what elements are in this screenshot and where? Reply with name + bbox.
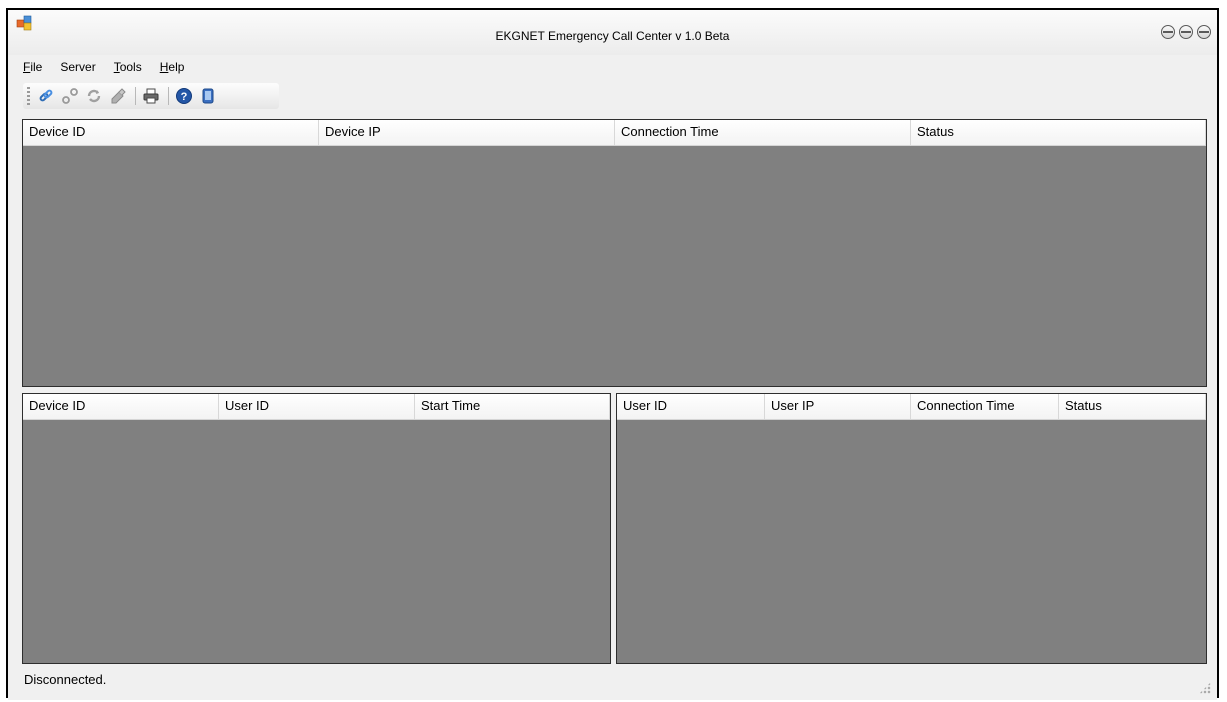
disconnect-button[interactable] xyxy=(59,85,81,107)
window-controls xyxy=(1161,25,1211,39)
column-header-device-id[interactable]: Device ID xyxy=(23,394,219,419)
column-header-connection-time[interactable]: Connection Time xyxy=(911,394,1059,419)
disconnect-icon xyxy=(62,88,78,104)
close-button[interactable] xyxy=(1197,25,1211,39)
menu-label: ile xyxy=(30,60,43,74)
connect-button[interactable] xyxy=(35,85,57,107)
window-title: EKGNET Emergency Call Center v 1.0 Beta xyxy=(495,29,730,43)
column-header-device-ip[interactable]: Device IP xyxy=(319,120,615,145)
menu-help[interactable]: Help xyxy=(151,58,194,80)
maximize-button[interactable] xyxy=(1179,25,1193,39)
refresh-icon xyxy=(87,89,101,103)
connect-icon xyxy=(39,89,53,102)
users-list-header: User ID User IP Connection Time Status xyxy=(617,394,1206,420)
print-button[interactable] xyxy=(140,85,162,107)
devices-list[interactable]: Device ID Device IP Connection Time Stat… xyxy=(22,119,1207,387)
menu-label: ools xyxy=(119,60,142,74)
resize-grip-icon[interactable] xyxy=(1199,682,1211,694)
svg-text:?: ? xyxy=(181,91,188,103)
print-icon xyxy=(143,88,159,104)
about-icon xyxy=(202,88,214,104)
column-header-status[interactable]: Status xyxy=(911,120,1206,145)
calls-list-header: Device ID User ID Start Time xyxy=(23,394,610,420)
devices-list-header: Device ID Device IP Connection Time Stat… xyxy=(23,120,1206,146)
clear-button[interactable] xyxy=(107,85,129,107)
title-bar[interactable]: EKGNET Emergency Call Center v 1.0 Beta xyxy=(8,10,1217,55)
menu-label: elp xyxy=(168,60,185,74)
column-header-device-id[interactable]: Device ID xyxy=(23,120,319,145)
refresh-button[interactable] xyxy=(83,85,105,107)
column-header-user-ip[interactable]: User IP xyxy=(765,394,911,419)
help-icon: ? xyxy=(176,88,192,104)
status-text: Disconnected. xyxy=(24,672,107,687)
column-header-user-id[interactable]: User ID xyxy=(617,394,765,419)
users-list[interactable]: User ID User IP Connection Time Status xyxy=(616,393,1207,664)
clear-icon xyxy=(111,88,126,104)
column-header-user-id[interactable]: User ID xyxy=(219,394,415,419)
toolbar-grip[interactable] xyxy=(27,87,30,105)
about-button[interactable] xyxy=(197,85,219,107)
menu-label: Server xyxy=(60,60,96,74)
status-bar: Disconnected. xyxy=(8,666,1217,700)
toolbar: ? xyxy=(23,83,279,109)
menu-tools[interactable]: Tools xyxy=(105,58,151,80)
menu-bar: File Server Tools Help xyxy=(14,58,193,80)
main-window: EKGNET Emergency Call Center v 1.0 Beta … xyxy=(6,8,1219,700)
help-button[interactable]: ? xyxy=(173,85,195,107)
minimize-button[interactable] xyxy=(1161,25,1175,39)
menu-file[interactable]: File xyxy=(14,58,51,80)
toolbar-separator xyxy=(168,87,169,105)
column-header-connection-time[interactable]: Connection Time xyxy=(615,120,911,145)
calls-list[interactable]: Device ID User ID Start Time xyxy=(22,393,611,664)
column-header-status[interactable]: Status xyxy=(1059,394,1206,419)
toolbar-separator xyxy=(135,87,136,105)
column-header-start-time[interactable]: Start Time xyxy=(415,394,610,419)
menu-server[interactable]: Server xyxy=(51,58,104,80)
